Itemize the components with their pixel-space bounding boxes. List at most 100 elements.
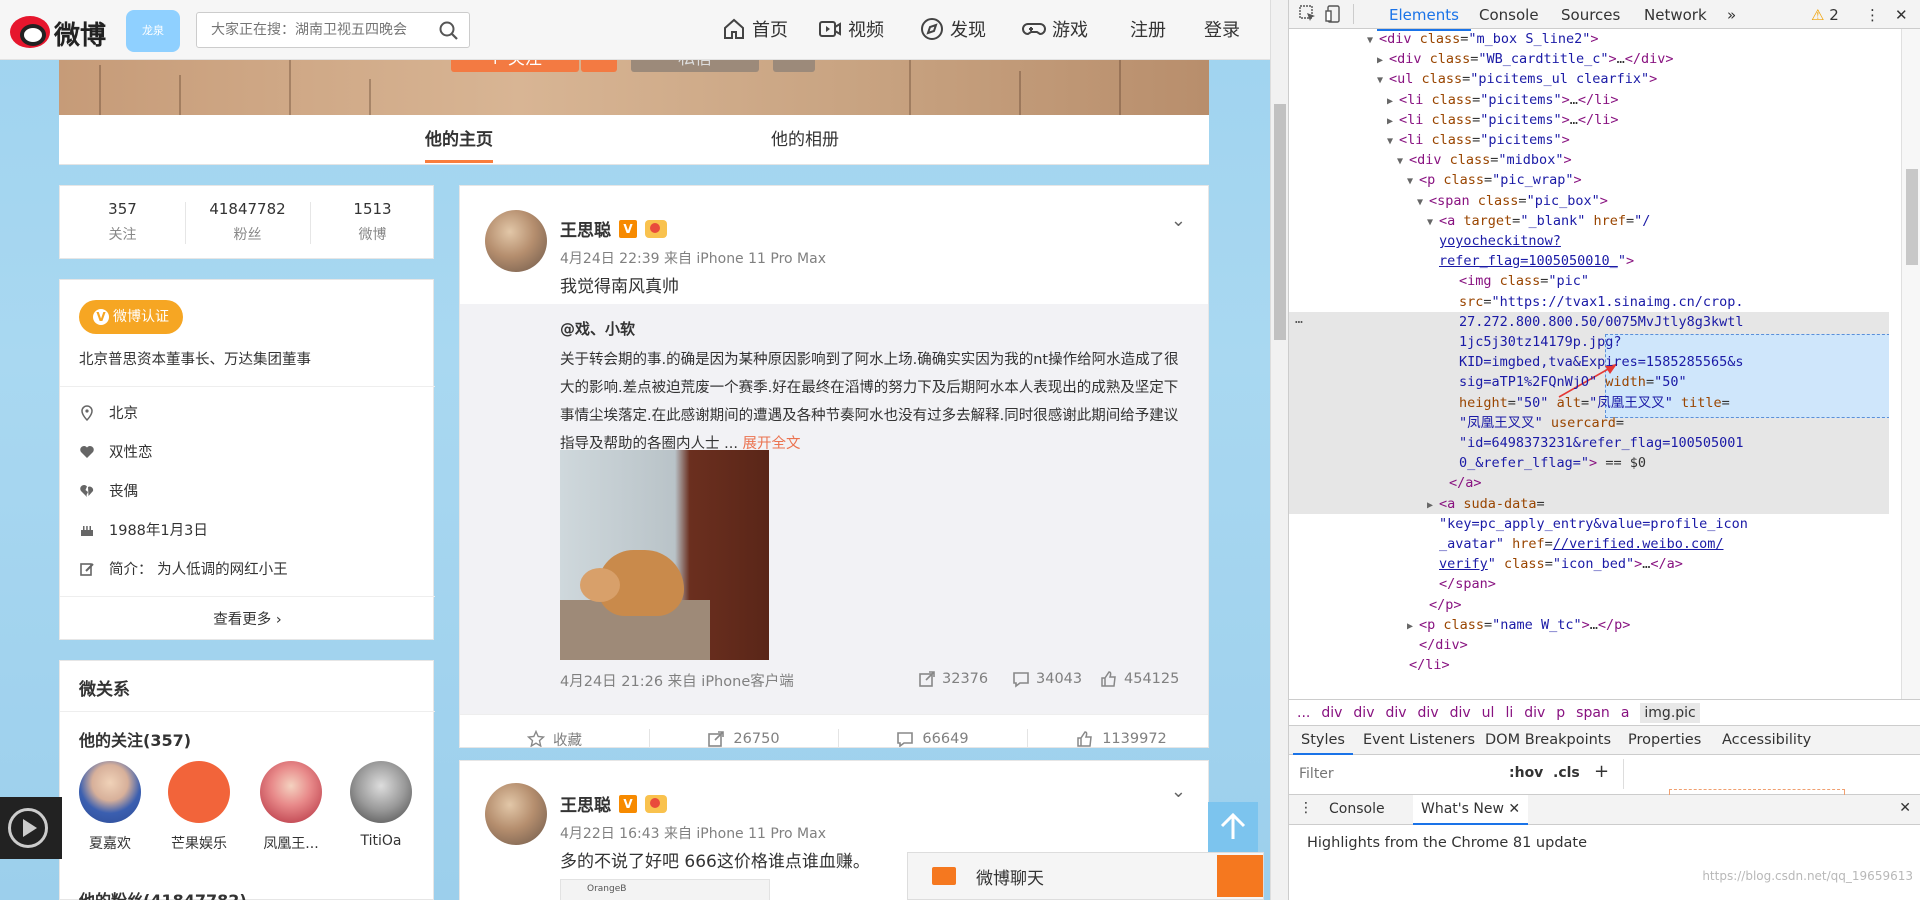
dom-node-line[interactable]: </li> — [1289, 655, 1450, 676]
stat-fans[interactable]: 41847782 粉丝 — [185, 200, 310, 244]
tab-styles[interactable]: Styles — [1293, 732, 1353, 755]
repost-button[interactable]: 26750 — [649, 715, 838, 747]
nav-home[interactable]: 首页 — [722, 16, 788, 42]
nav-video[interactable]: 视频 — [818, 16, 884, 42]
more-tabs-icon[interactable]: » — [1727, 6, 1736, 24]
tab-sources[interactable]: Sources — [1561, 6, 1620, 24]
dom-node-line[interactable]: sig=aTP1%2FQnWjO" width="50" — [1289, 372, 1687, 393]
breadcrumb-item[interactable]: p — [1556, 705, 1565, 721]
breadcrumb-item[interactable]: a — [1621, 705, 1630, 721]
author-name[interactable]: 王思聪 — [560, 791, 611, 816]
warnings-indicator[interactable]: ⚠ 2 — [1811, 6, 1839, 24]
collapse-triangle-icon[interactable]: ▶ — [1387, 111, 1399, 132]
collapse-triangle-icon[interactable]: ▶ — [1377, 50, 1389, 71]
comment-button[interactable]: 66649 — [838, 715, 1027, 747]
fans-title[interactable]: 他的粉丝(41847782) — [79, 887, 247, 900]
dom-node-line[interactable]: verify" class="icon_bed">…</a> — [1289, 554, 1683, 575]
expand-triangle-icon[interactable]: ▼ — [1417, 192, 1429, 213]
drawer-tab-console[interactable]: Console — [1329, 801, 1385, 817]
following-item[interactable]: 凤凰王... — [256, 761, 326, 853]
repost-share-count[interactable]: 32376 — [918, 670, 988, 688]
device-toggle-icon[interactable] — [1325, 5, 1343, 23]
following-item[interactable]: TitiOa — [346, 761, 416, 849]
dom-node-line[interactable]: 1jc5j30tz14179p.jpg? — [1289, 332, 1622, 353]
dom-node-line[interactable]: </p> — [1289, 595, 1462, 616]
dom-tree-scrollbar[interactable] — [1901, 29, 1920, 699]
weibo-logo[interactable]: 微博 龙泉 — [6, 8, 182, 54]
chevron-down-icon[interactable]: ⌄ — [1171, 210, 1186, 231]
expand-triangle-icon[interactable]: ▼ — [1407, 171, 1419, 192]
dom-node-line[interactable]: src="https://tvax1.sinaimg.cn/crop. — [1289, 292, 1744, 313]
dom-node-line[interactable]: ▼ <p class="pic_wrap"> — [1289, 170, 1582, 191]
breadcrumb-item[interactable]: ... — [1297, 705, 1310, 721]
breadcrumb-item[interactable]: div — [1353, 705, 1374, 721]
scrollbar-thumb[interactable] — [1274, 104, 1286, 340]
repost-author[interactable]: @戏、小软 — [560, 318, 635, 339]
dom-node-line[interactable]: <img class="pic" — [1289, 271, 1589, 292]
collapse-triangle-icon[interactable]: ▶ — [1387, 91, 1399, 112]
chevron-down-icon[interactable]: ⌄ — [1171, 781, 1186, 802]
tab-album[interactable]: 他的相册 — [771, 125, 839, 160]
tab-home[interactable]: 他的主页 — [425, 125, 493, 163]
menu-kebab-icon[interactable]: ⋮ — [1865, 6, 1880, 24]
repost-meta[interactable]: 4月24日 21:26 来自 iPhone客户端 — [560, 670, 794, 691]
dom-node-line[interactable]: ▼ <div class="m_box S_line2"> — [1289, 29, 1598, 50]
expand-triangle-icon[interactable]: ▼ — [1427, 212, 1439, 233]
following-title[interactable]: 他的关注(357) — [79, 727, 191, 751]
dom-node-line[interactable]: "凤凰王叉叉" usercard= — [1289, 413, 1624, 434]
dom-node-line[interactable]: 0_&refer_lflag="> == $0 — [1289, 453, 1646, 474]
add-rule-icon[interactable]: + — [1594, 761, 1609, 782]
following-item[interactable]: 夏嘉欢 — [75, 761, 145, 853]
dom-node-line[interactable]: </span> — [1289, 574, 1496, 595]
search-icon[interactable] — [439, 21, 459, 41]
dom-node-line[interactable]: ▶ <a suda-data= — [1289, 494, 1545, 515]
search-box[interactable] — [196, 12, 470, 48]
repost-comment-count[interactable]: 34043 — [1012, 670, 1082, 688]
register-link[interactable]: 注册 — [1130, 16, 1166, 42]
repost-like-count[interactable]: 454125 — [1100, 670, 1179, 688]
dom-node-line[interactable]: ▼ <a target="_blank" href="/ — [1289, 211, 1650, 232]
video-play-button[interactable] — [0, 797, 62, 859]
breadcrumb-item[interactable]: span — [1576, 705, 1610, 721]
dom-node-line[interactable]: </a> — [1289, 473, 1482, 494]
close-icon[interactable]: ✕ — [1895, 6, 1908, 24]
stat-posts[interactable]: 1513 微博 — [310, 200, 435, 244]
dom-node-line[interactable]: _avatar" href=//verified.weibo.com/ — [1289, 534, 1724, 555]
tab-network[interactable]: Network — [1644, 6, 1707, 24]
drawer-menu-icon[interactable]: ⋮ — [1299, 800, 1313, 816]
close-icon[interactable]: ✕ — [1508, 801, 1520, 817]
nav-discover[interactable]: 发现 — [920, 16, 986, 42]
dom-node-line[interactable]: refer_flag=1005050010_"> — [1289, 251, 1634, 272]
login-link[interactable]: 登录 — [1204, 16, 1240, 42]
expand-triangle-icon[interactable]: ▼ — [1377, 70, 1389, 91]
tab-properties[interactable]: Properties — [1628, 732, 1701, 748]
breadcrumb-item[interactable]: div — [1524, 705, 1545, 721]
breadcrumb-item[interactable]: div — [1385, 705, 1406, 721]
breadcrumb-item[interactable]: div — [1321, 705, 1342, 721]
dom-node-line[interactable]: "key=pc_apply_entry&value=profile_icon — [1289, 514, 1748, 535]
author-avatar[interactable] — [485, 210, 547, 272]
chat-open-button[interactable] — [1217, 855, 1263, 897]
dom-node-line[interactable]: ▼ <span class="pic_box"> — [1289, 191, 1608, 212]
tab-elements[interactable]: Elements — [1377, 6, 1471, 31]
view-more-link[interactable]: 查看更多 › — [60, 608, 435, 629]
tab-event-listeners[interactable]: Event Listeners — [1363, 732, 1475, 748]
dom-node-line[interactable]: yoyocheckitnow? — [1289, 231, 1561, 252]
breadcrumb-item[interactable]: img.pic — [1640, 703, 1700, 723]
dom-node-line[interactable]: ▼ <li class="picitems"> — [1289, 130, 1570, 151]
post-meta[interactable]: 4月24日 22:39 来自 iPhone 11 Pro Max — [560, 248, 826, 268]
dom-node-line[interactable]: "id=6498373231&refer_flag=100505001 — [1289, 433, 1743, 454]
dom-node-line[interactable]: 27.272.800.800.50/0075MvJtly8g3kwtl — [1289, 312, 1743, 333]
back-to-top-button[interactable] — [1208, 802, 1258, 852]
verify-badge[interactable]: V 微博认证 — [79, 300, 183, 334]
nav-games[interactable]: 游戏 — [1022, 16, 1088, 42]
search-input[interactable] — [209, 13, 439, 47]
dom-node-line[interactable]: height="50" alt="凤凰王叉叉" title= — [1289, 393, 1730, 414]
expand-triangle-icon[interactable]: ▼ — [1367, 30, 1379, 51]
stat-following[interactable]: 357 关注 — [60, 200, 185, 244]
class-toggle-button[interactable]: .cls — [1553, 765, 1580, 781]
breadcrumb-item[interactable]: ul — [1482, 705, 1495, 721]
collapse-triangle-icon[interactable]: ▶ — [1427, 495, 1439, 516]
tab-dom-breakpoints[interactable]: DOM Breakpoints — [1485, 732, 1611, 748]
styles-filter-input[interactable] — [1297, 763, 1497, 785]
